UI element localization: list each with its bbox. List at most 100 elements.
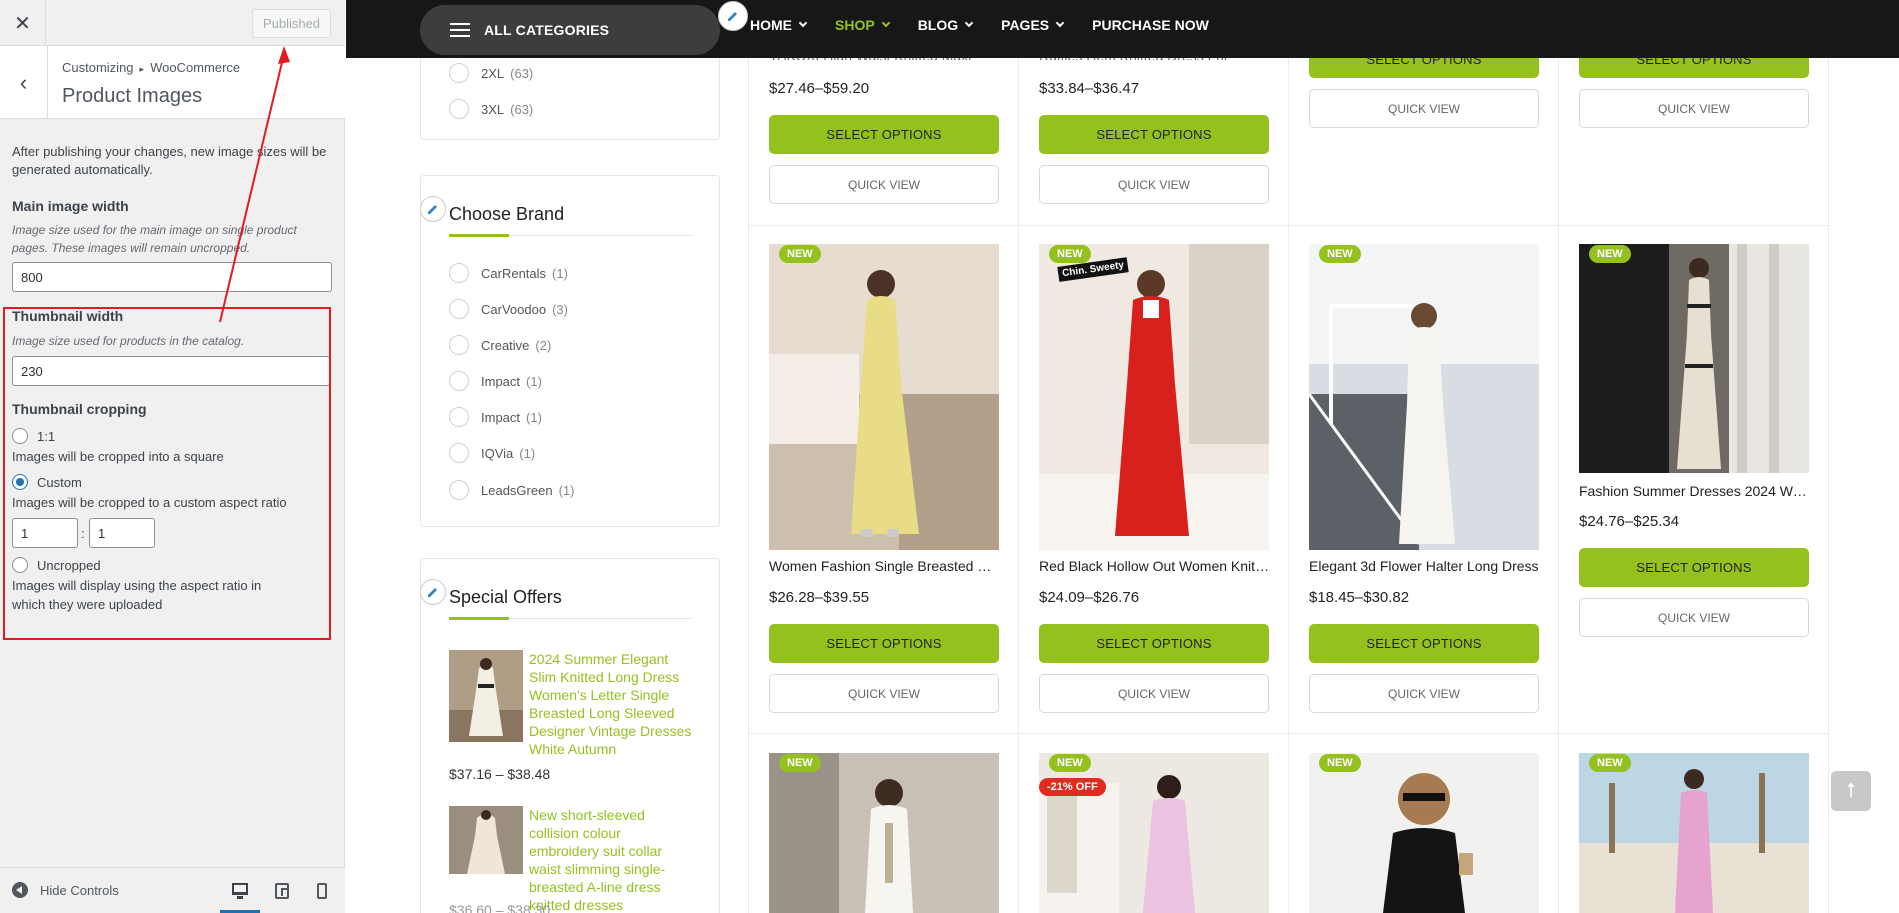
sale-badge: -21% OFF [1039,778,1106,796]
main-width-note: Image size used for the main image on si… [12,223,297,255]
brand-item[interactable]: Creative (2) [449,335,551,355]
filter-item[interactable]: 3XL (63) [449,99,533,119]
scroll-to-top-button[interactable]: ⭡ [1831,771,1871,811]
mobile-preview-icon[interactable] [302,868,342,913]
filter-checkbox[interactable] [449,480,469,500]
offer-price: $36.60 – $38.30 [449,902,551,913]
product-image[interactable] [1579,244,1809,473]
offer-link[interactable]: New short-sleeved collision colour embro… [529,806,694,913]
filter-label: Impact [481,409,521,425]
filter-label: CarVoodoo [481,301,547,317]
select-options-button[interactable]: SELECT OPTIONS [1039,115,1269,154]
filter-label: Creative [481,337,530,353]
brand-item[interactable]: CarVoodoo (3) [449,299,568,319]
menu-item-blog[interactable]: BLOG [918,17,974,33]
customizer-header: ✕ Published [0,0,345,46]
edit-shortcut-icon[interactable] [420,579,446,605]
product-image[interactable] [1039,753,1269,913]
filter-count: (1) [558,482,575,498]
new-badge: NEW [1049,245,1091,263]
product-image[interactable] [1309,753,1539,913]
select-options-button[interactable]: SELECT OPTIONS [769,624,999,663]
chevron-down-icon [964,18,974,28]
quick-view-button[interactable]: QUICK VIEW [769,674,999,713]
brand-item[interactable]: LeadsGreen (1) [449,480,574,500]
product-name[interactable]: Fashion Summer Dresses 2024 Women [1579,483,1811,499]
filter-checkbox[interactable] [449,371,469,391]
hamburger-icon [450,23,470,37]
product-name[interactable]: Red Black Hollow Out Women Knitted [1039,558,1271,574]
select-options-button[interactable]: SELECT OPTIONS [1579,548,1809,587]
brand-item[interactable]: CarRentals (1) [449,263,568,283]
edit-shortcut-icon[interactable] [718,1,748,31]
all-categories-label: ALL CATEGORIES [484,22,610,38]
tablet-preview-icon[interactable] [262,868,302,913]
title-underline [449,234,692,237]
grid-divider [1288,58,1289,913]
product-name[interactable]: Elegant 3d Flower Halter Long Dress [1309,558,1541,574]
menu-item-purchase[interactable]: PURCHASE NOW [1092,17,1209,33]
offer-thumbnail[interactable] [449,650,523,742]
breadcrumb-separator-icon: ▸ [139,64,145,74]
main-width-input[interactable] [12,262,332,292]
quick-view-button[interactable]: QUICK VIEW [1039,674,1269,713]
main-width-label: Main image width [12,198,129,214]
customizer-panel: ✕ Published ‹ Customizing ▸ WooCommerce Pr… [0,0,345,913]
filter-checkbox[interactable] [449,335,469,355]
offer-link[interactable]: 2024 Summer Elegant Slim Knitted Long Dr… [529,650,694,758]
site-preview: 2XL (63) 3XL (63) Choose Brand CarRentals (… [346,0,1899,913]
product-price: $26.28–$39.55 [769,589,870,606]
product-image[interactable] [769,244,999,550]
close-icon[interactable]: ✕ [0,0,46,46]
offers-title: Special Offers [449,587,562,607]
quick-view-button[interactable]: QUICK VIEW [769,165,999,204]
menu-label: SHOP [835,17,875,33]
filter-checkbox[interactable] [449,63,469,83]
menu-item-shop[interactable]: SHOP [835,17,890,33]
quick-view-button[interactable]: QUICK VIEW [1309,674,1539,713]
hide-controls-button[interactable]: Hide Controls [12,882,119,898]
filter-item[interactable]: 2XL (63) [449,63,533,83]
select-options-button[interactable]: SELECT OPTIONS [769,115,999,154]
brand-item[interactable]: Impact (1) [449,407,542,427]
filter-count: (63) [510,101,534,117]
product-image[interactable] [1309,244,1539,550]
product-price: $24.09–$26.76 [1039,589,1140,606]
grid-divider [748,58,749,913]
select-options-button[interactable]: SELECT OPTIONS [1039,624,1269,663]
collapse-icon [12,882,28,898]
filter-checkbox[interactable] [449,443,469,463]
all-categories-button[interactable]: ALL CATEGORIES [420,5,720,55]
brand-item[interactable]: IQVia (1) [449,443,535,463]
quick-view-button[interactable]: QUICK VIEW [1579,89,1809,128]
brand-item[interactable]: Impact (1) [449,371,542,391]
product-image[interactable] [769,753,999,913]
select-options-button[interactable]: SELECT OPTIONS [1309,624,1539,663]
desktop-preview-icon[interactable] [220,868,260,913]
offer-thumbnail[interactable] [449,806,523,874]
quick-view-button[interactable]: QUICK VIEW [1039,165,1269,204]
breadcrumb-section: WooCommerce [150,60,241,75]
new-badge: NEW [1049,754,1091,772]
product-image[interactable] [1579,753,1809,913]
filter-checkbox[interactable] [449,263,469,283]
filter-checkbox[interactable] [449,99,469,119]
filter-checkbox[interactable] [449,299,469,319]
edit-shortcut-icon[interactable] [420,196,446,222]
quick-view-button[interactable]: QUICK VIEW [1579,598,1809,637]
publish-button[interactable]: Published [252,9,331,38]
quick-view-button[interactable]: QUICK VIEW [1309,89,1539,128]
filter-checkbox[interactable] [449,407,469,427]
menu-item-home[interactable]: HOME [750,17,808,33]
back-arrow-icon[interactable]: ‹ [0,46,48,119]
intro-text: After publishing your changes, new image… [12,144,327,177]
product-image[interactable] [1039,244,1269,550]
title-underline [449,617,692,620]
chevron-down-icon [881,18,890,28]
filter-label: 2XL [481,65,505,81]
offer-price: $37.16 – $38.48 [449,766,551,782]
product-name[interactable]: Women Fashion Single Breasted Dress [769,558,1001,574]
filter-label: IQVia [481,445,514,461]
new-badge: NEW [1319,754,1361,772]
menu-item-pages[interactable]: PAGES [1001,17,1065,33]
